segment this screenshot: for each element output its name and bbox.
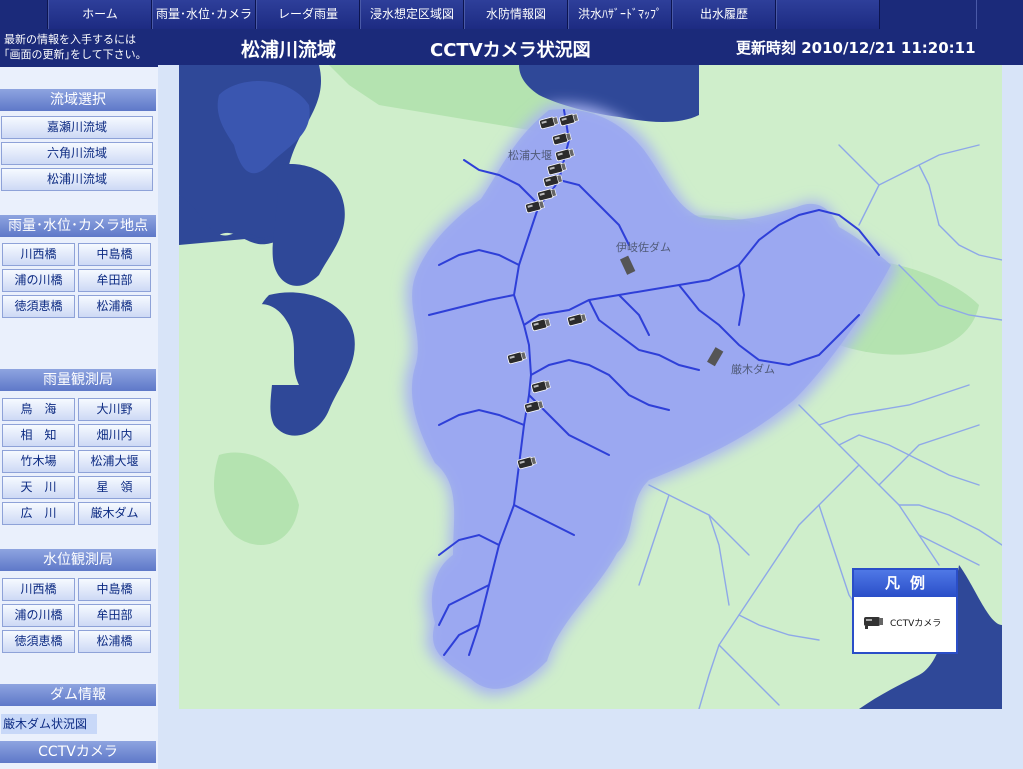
rain-station[interactable]: 天 川 xyxy=(2,476,75,499)
nav-flood-control[interactable]: 水防情報図 xyxy=(464,0,568,29)
rain-station[interactable]: 厳木ダム xyxy=(78,502,151,525)
rain-station[interactable]: 畑川内 xyxy=(78,424,151,447)
rain-station[interactable]: 竹木場 xyxy=(2,450,75,473)
update-time: 更新時刻 2010/12/21 11:20:11 xyxy=(736,39,976,57)
water-station[interactable]: 川西橋 xyxy=(2,578,75,601)
water-station[interactable]: 中島橋 xyxy=(78,578,151,601)
section-dam-info: ダム情報 xyxy=(0,684,156,706)
label-kyuragi-dam: 厳木ダム xyxy=(731,362,775,376)
notice-line-2: ｢画面の更新｣をして下さい。 xyxy=(4,48,147,61)
label-ikisa-dam: 伊岐佐ダム xyxy=(616,240,671,254)
nav-spacer-right xyxy=(976,0,1023,29)
rain-station[interactable]: 松浦大堰 xyxy=(78,450,151,473)
point-kawanishi[interactable]: 川西橋 xyxy=(2,243,75,266)
basin-matsuura[interactable]: 松浦川流域 xyxy=(1,168,153,191)
nav-spacer-left xyxy=(0,0,48,29)
nav-flood-history[interactable]: 出水履歴 xyxy=(672,0,776,29)
sidebar: 流域選択 嘉瀬川流域 六角川流域 松浦川流域 雨量･水位･カメラ地点 川西橋 中… xyxy=(0,67,158,769)
nav-radar-rain[interactable]: レーダ雨量 xyxy=(256,0,360,29)
point-matsuura[interactable]: 松浦橋 xyxy=(78,295,151,318)
nav-blank xyxy=(776,0,880,29)
point-tokusue[interactable]: 徳須恵橋 xyxy=(2,295,75,318)
nav-rain-water-camera[interactable]: 雨量･水位･カメラ xyxy=(152,0,256,29)
point-mutabe[interactable]: 牟田部 xyxy=(78,269,151,292)
water-station[interactable]: 松浦橋 xyxy=(78,630,151,653)
water-station[interactable]: 徳須恵橋 xyxy=(2,630,75,653)
label-weir: 松浦大堰 xyxy=(508,148,552,162)
rain-station[interactable]: 星 領 xyxy=(78,476,151,499)
section-rain-stations: 雨量観測局 xyxy=(0,369,156,391)
legend-camera-label: CCTVカメラ xyxy=(890,618,942,629)
rain-station[interactable]: 広 川 xyxy=(2,502,75,525)
basin-kase[interactable]: 嘉瀬川流域 xyxy=(1,116,153,139)
nav-flood-area[interactable]: 浸水想定区域図 xyxy=(360,0,464,29)
legend-item-camera: CCTVカメラ xyxy=(862,614,941,630)
cctv-camera-icon xyxy=(864,617,883,629)
title-bar: 松浦川流域 CCTVカメラ状況図 更新時刻 2010/12/21 11:20:1… xyxy=(158,29,1023,65)
map-legend: 凡例 CCTVカメラ xyxy=(852,568,958,654)
top-nav: ホーム 雨量･水位･カメラ レーダ雨量 浸水想定区域図 水防情報図 洪水ﾊｻﾞｰ… xyxy=(0,0,1023,29)
water-station[interactable]: 浦の川橋 xyxy=(2,604,75,627)
dam-status-link[interactable]: 厳木ダム状況図 xyxy=(1,714,97,734)
water-station[interactable]: 牟田部 xyxy=(78,604,151,627)
point-nakashima[interactable]: 中島橋 xyxy=(78,243,151,266)
basin-name: 松浦川流域 xyxy=(241,39,337,61)
update-notice: 最新の情報を入手するには ｢画面の更新｣をして下さい。 xyxy=(0,29,158,67)
section-basin-select: 流域選択 xyxy=(0,89,156,111)
rain-station[interactable]: 相 知 xyxy=(2,424,75,447)
notice-line-1: 最新の情報を入手するには xyxy=(4,33,136,46)
nav-hazard-map[interactable]: 洪水ﾊｻﾞｰﾄﾞﾏｯﾌﾟ xyxy=(568,0,672,29)
legend-title: 凡例 xyxy=(854,570,956,597)
point-uranokawa[interactable]: 浦の川橋 xyxy=(2,269,75,292)
rain-station[interactable]: 大川野 xyxy=(78,398,151,421)
page-title: CCTVカメラ状況図 xyxy=(430,40,591,61)
section-cctv: CCTVカメラ xyxy=(0,741,156,763)
section-points: 雨量･水位･カメラ地点 xyxy=(0,215,156,237)
nav-home[interactable]: ホーム xyxy=(48,0,152,29)
basin-rokkaku[interactable]: 六角川流域 xyxy=(1,142,153,165)
rain-station[interactable]: 鳥 海 xyxy=(2,398,75,421)
section-water-stations: 水位観測局 xyxy=(0,549,156,571)
